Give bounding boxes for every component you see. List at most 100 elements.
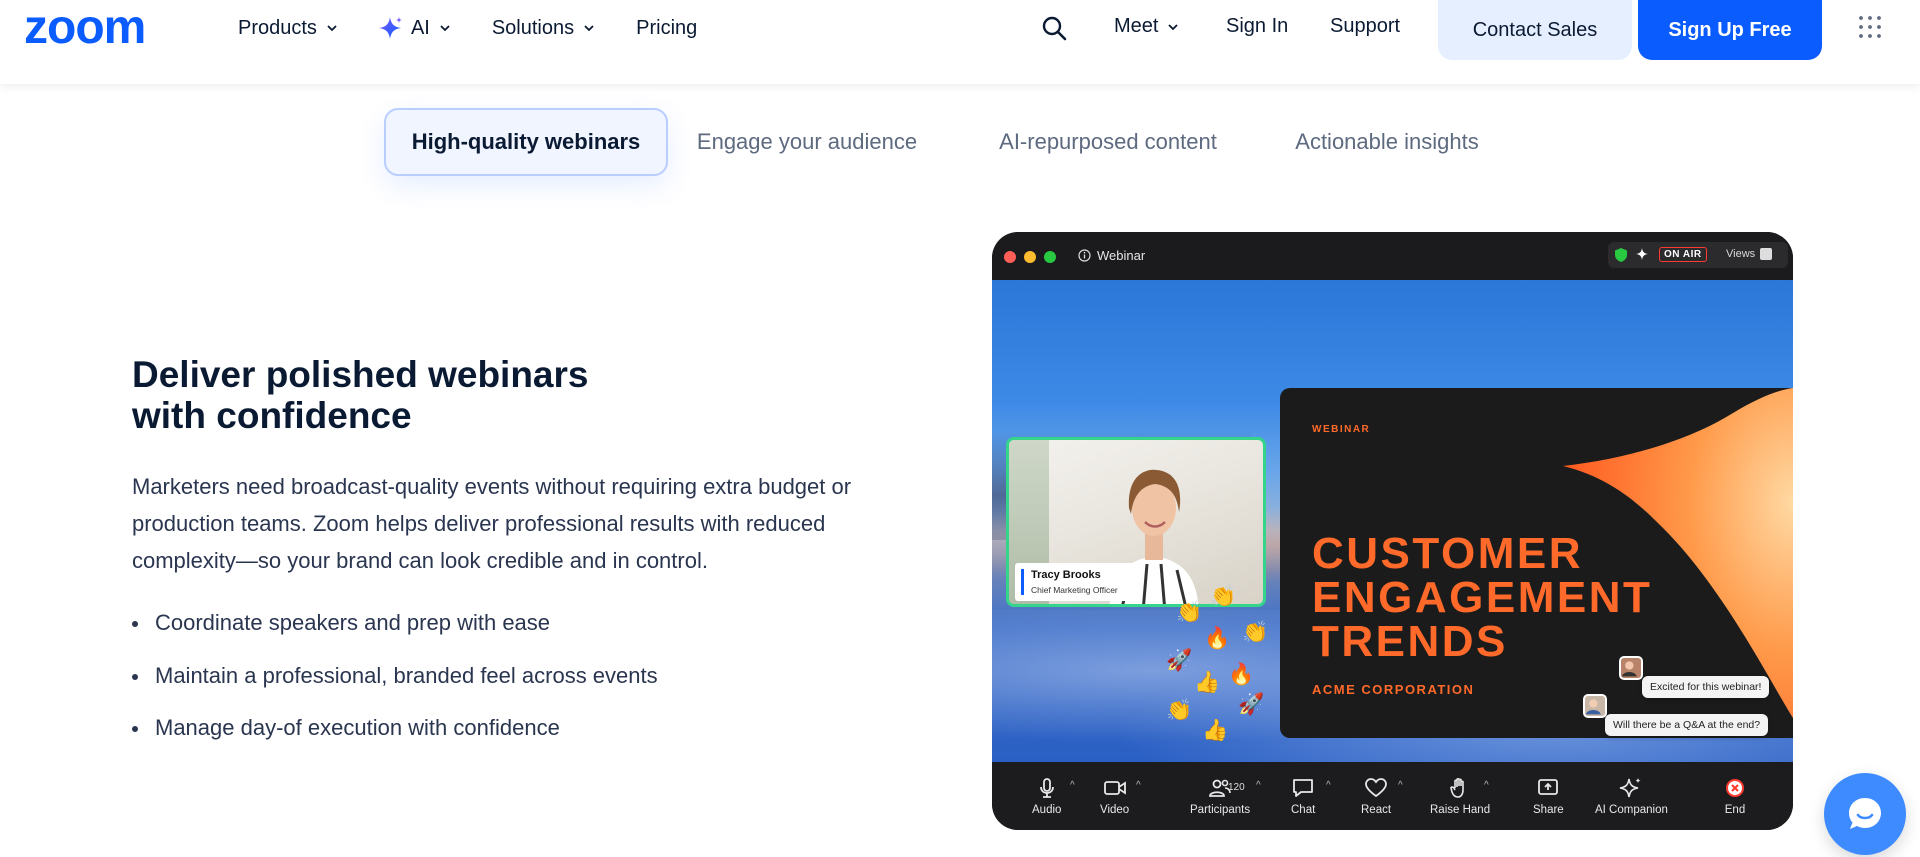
- nav-meet[interactable]: Meet: [1114, 15, 1180, 38]
- bullet-item: Coordinate speakers and prep with ease: [132, 608, 658, 638]
- sparkle-icon: [378, 17, 402, 39]
- chevron-up-icon[interactable]: ^: [1256, 780, 1261, 791]
- ai-companion-button[interactable]: AI Companion: [1595, 776, 1668, 824]
- react-button[interactable]: React: [1361, 776, 1391, 824]
- slide-title: CUSTOMER ENGAGEMENT TRENDS: [1312, 532, 1692, 664]
- chevron-up-icon[interactable]: ^: [1136, 780, 1141, 791]
- info-icon: [1078, 249, 1091, 262]
- support-chat-button[interactable]: [1824, 773, 1906, 855]
- speaker-nameplate: Tracy Brooks Chief Marketing Officer: [1015, 563, 1141, 601]
- user-avatar-icon: [1585, 699, 1601, 715]
- ai-companion-icon: [1620, 778, 1642, 798]
- primary-nav: Products AI Solutions Pricing: [238, 14, 737, 42]
- on-air-badge: ON AIR: [1659, 247, 1707, 262]
- nav-pricing-label: Pricing: [636, 16, 698, 39]
- meeting-toolbar: Audio ^ Video ^ Participants 120 ^ Chat …: [992, 762, 1793, 830]
- views-button[interactable]: Views: [1726, 248, 1773, 260]
- slide-company: ACME CORPORATION: [1312, 682, 1475, 697]
- feature-bullets: Coordinate speakers and prep with ease M…: [132, 608, 658, 766]
- webinar-app-window: Webinar ON AIR Views WEBINAR CUSTOMER EN…: [992, 232, 1793, 830]
- search-icon[interactable]: [1040, 14, 1068, 42]
- clap-reaction-icon: 👏: [1176, 600, 1203, 624]
- bullet-item: Maintain a professional, branded feel ac…: [132, 661, 658, 691]
- fire-reaction-icon: 🔥: [1228, 662, 1255, 686]
- speaker-role: Chief Marketing Officer: [1031, 585, 1118, 595]
- bullet-item: Manage day-of execution with confidence: [132, 713, 658, 743]
- end-button[interactable]: End: [1723, 776, 1747, 824]
- grid-icon[interactable]: [1858, 15, 1882, 39]
- chevron-up-icon[interactable]: ^: [1398, 780, 1403, 791]
- ai-companion-label: AI Companion: [1595, 804, 1668, 816]
- chat-label: Chat: [1291, 804, 1316, 816]
- shield-icon: [1615, 248, 1627, 262]
- audio-label: Audio: [1032, 804, 1062, 816]
- nav-solutions[interactable]: Solutions: [492, 14, 596, 42]
- user-avatar-icon: [1621, 661, 1637, 677]
- slide-kicker: WEBINAR: [1312, 424, 1371, 435]
- site-header: zoom Products AI Solutions Pricing Meet: [0, 0, 1920, 84]
- raise-hand-button[interactable]: Raise Hand: [1430, 776, 1490, 824]
- headline-line-2: with confidence: [132, 395, 412, 436]
- chat-message: Excited for this webinar!: [1642, 676, 1770, 698]
- section-description: Marketers need broadcast-quality events …: [132, 474, 852, 573]
- minimize-window-dot: [1024, 251, 1036, 263]
- chat-avatar: [1619, 656, 1643, 680]
- sign-up-free-button[interactable]: Sign Up Free: [1638, 0, 1822, 60]
- tab-ai-repurposed-content[interactable]: AI-repurposed content: [978, 108, 1238, 176]
- slide-title-line: ENGAGEMENT: [1312, 573, 1653, 622]
- headline-line-1: Deliver polished webinars: [132, 354, 589, 395]
- participants-count: 120: [1228, 782, 1245, 793]
- nav-pricing[interactable]: Pricing: [636, 14, 697, 42]
- chevron-down-icon: [327, 25, 337, 32]
- fire-reaction-icon: 🔥: [1204, 626, 1231, 650]
- chat-message: Will there be a Q&A at the end?: [1605, 714, 1769, 736]
- nav-ai[interactable]: AI: [378, 14, 452, 42]
- video-label: Video: [1100, 804, 1130, 816]
- chat-avatar: [1583, 694, 1607, 718]
- clap-reaction-icon: 👏: [1242, 620, 1269, 644]
- zoom-logo[interactable]: zoom: [24, 6, 190, 50]
- tab-actionable-insights[interactable]: Actionable insights: [1260, 108, 1514, 176]
- tab-engage-your-audience[interactable]: Engage your audience: [684, 108, 930, 176]
- window-titlebar: Webinar ON AIR Views: [992, 232, 1793, 280]
- audio-button[interactable]: Audio: [1032, 776, 1061, 824]
- nav-meet-label: Meet: [1114, 15, 1159, 37]
- video-camera-icon: [1103, 781, 1126, 795]
- chevron-down-icon: [584, 25, 594, 32]
- raise-hand-icon: [1450, 777, 1464, 798]
- chat-button[interactable]: Chat: [1291, 776, 1315, 824]
- views-label: Views: [1726, 248, 1756, 260]
- window-title: Webinar: [1078, 248, 1145, 263]
- participants-label: Participants: [1190, 804, 1251, 816]
- rocket-reaction-icon: 🚀: [1166, 648, 1193, 672]
- chat-bubble-icon: [1849, 798, 1881, 829]
- tab-high-quality-webinars[interactable]: High-quality webinars: [384, 108, 668, 176]
- share-button[interactable]: Share: [1533, 776, 1564, 824]
- heart-icon: [1365, 778, 1387, 798]
- section-headline: Deliver polished webinars with confidenc…: [132, 354, 692, 436]
- thumbs-up-reaction-icon: 👍: [1202, 718, 1229, 742]
- sparkle-icon: [1636, 248, 1648, 260]
- chevron-up-icon[interactable]: ^: [1326, 780, 1331, 791]
- video-button[interactable]: Video: [1100, 776, 1129, 824]
- end-label: End: [1724, 804, 1746, 816]
- chat-icon: [1293, 779, 1314, 797]
- nav-products[interactable]: Products: [238, 14, 339, 42]
- react-label: React: [1361, 804, 1392, 816]
- maximize-window-dot: [1044, 251, 1056, 263]
- share-screen-icon: [1538, 779, 1559, 795]
- close-window-dot: [1004, 251, 1016, 263]
- chevron-up-icon[interactable]: ^: [1070, 780, 1075, 791]
- contact-sales-button[interactable]: Contact Sales: [1438, 0, 1632, 60]
- raise-hand-label: Raise Hand: [1430, 804, 1491, 816]
- sign-in-link[interactable]: Sign In: [1226, 15, 1288, 38]
- clap-reaction-icon: 👏: [1210, 584, 1237, 608]
- speaker-video-tile[interactable]: Tracy Brooks Chief Marketing Officer: [1006, 437, 1266, 607]
- chevron-up-icon[interactable]: ^: [1484, 780, 1489, 791]
- window-title-label: Webinar: [1097, 248, 1146, 263]
- nav-products-label: Products: [238, 16, 317, 39]
- clap-reaction-icon: 👏: [1166, 698, 1193, 722]
- chevron-down-icon: [440, 25, 450, 32]
- support-link[interactable]: Support: [1330, 15, 1400, 38]
- end-icon: [1726, 779, 1744, 797]
